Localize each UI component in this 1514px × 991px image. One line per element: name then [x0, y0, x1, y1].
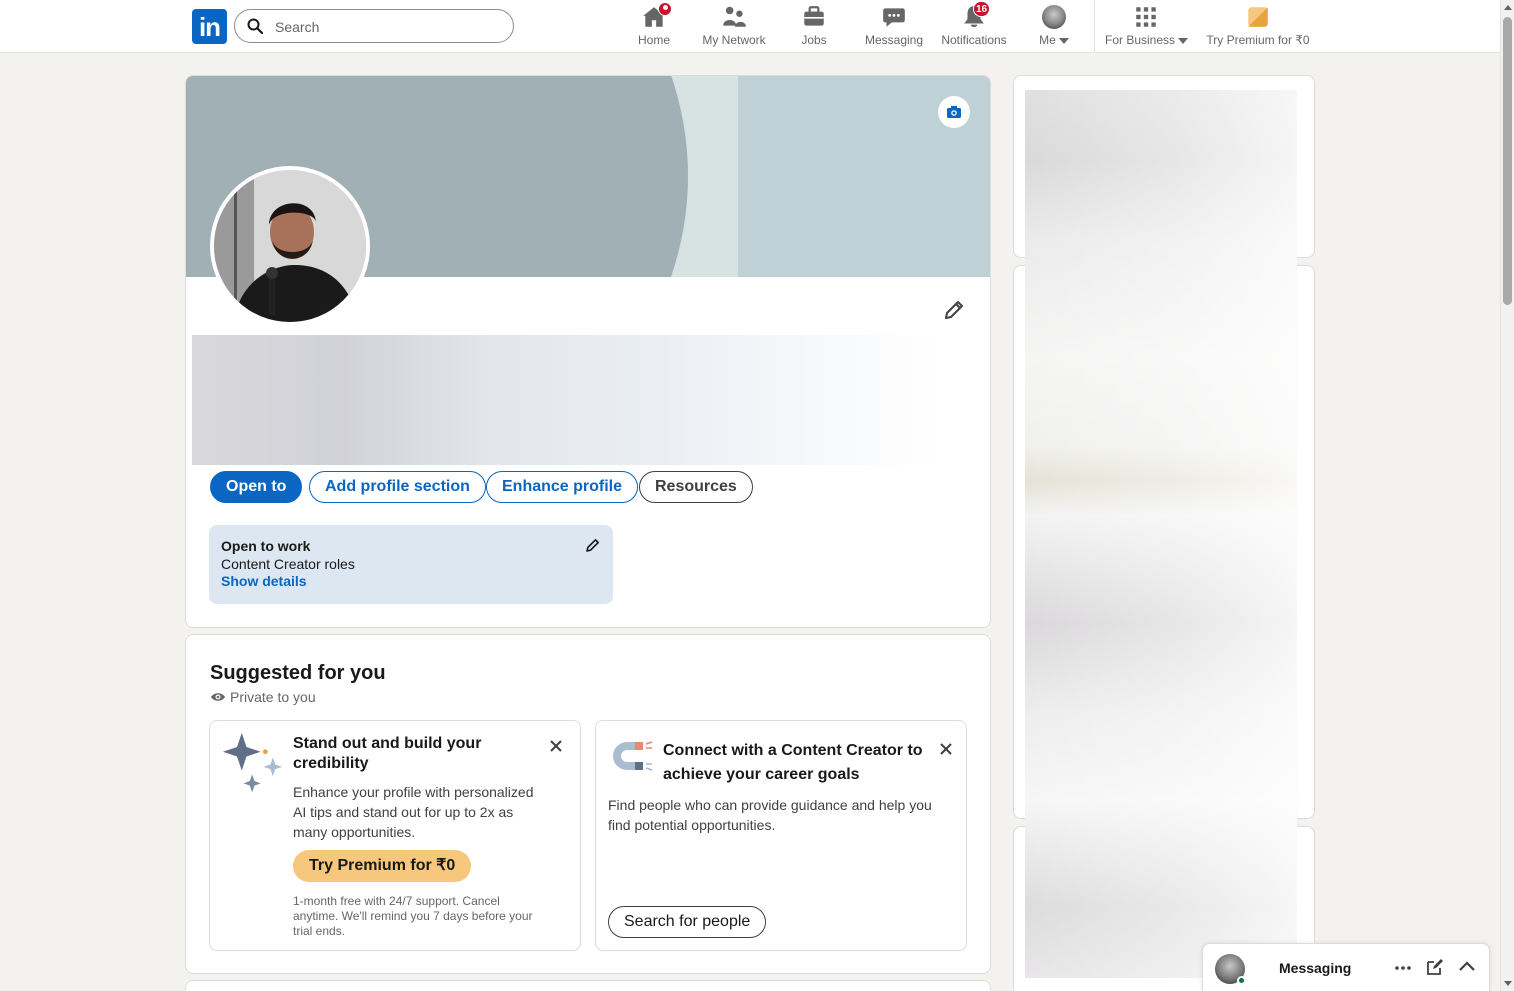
nav-try-premium-label: Try Premium for ₹0	[1206, 33, 1310, 47]
search-icon	[247, 18, 263, 34]
search-for-people-button[interactable]: Search for people	[608, 906, 767, 938]
me-avatar-icon	[1042, 5, 1066, 29]
close-icon[interactable]	[938, 741, 954, 757]
home-icon	[641, 2, 672, 30]
compose-icon[interactable]	[1425, 957, 1445, 977]
page-scrollbar[interactable]	[1500, 0, 1514, 991]
camera-icon	[947, 106, 961, 118]
next-card	[185, 980, 991, 991]
nav-for-business-label: For Business	[1105, 33, 1189, 47]
grid-icon	[1133, 4, 1159, 30]
edit-open-to-work-pencil-icon[interactable]	[585, 537, 601, 553]
redacted-profile-info	[192, 335, 938, 465]
scroll-thumb[interactable]	[1503, 17, 1512, 305]
messaging-title: Messaging	[1279, 960, 1352, 976]
close-icon[interactable]	[548, 738, 564, 754]
try-premium-button[interactable]: Try Premium for ₹0	[293, 850, 472, 882]
chevron-up-icon[interactable]	[1457, 957, 1477, 977]
profile-card: Open to Add profile section Enhance prof…	[185, 75, 991, 628]
privacy-note: Private to you	[210, 689, 316, 705]
edit-intro-pencil-icon[interactable]	[942, 298, 966, 322]
jobs-icon	[801, 4, 827, 30]
edit-banner-button[interactable]	[938, 96, 970, 128]
nav-jobs[interactable]: Jobs	[795, 4, 833, 47]
suggested-card: Suggested for you Private to you Stand o…	[185, 634, 991, 974]
home-notification-dot	[658, 2, 672, 16]
suggestion-premium-desc: Enhance your profile with personalized A…	[293, 784, 534, 840]
magnet-icon	[613, 741, 653, 771]
network-icon	[721, 4, 747, 30]
scroll-down-arrow[interactable]	[1504, 981, 1512, 986]
sparkle-icon	[222, 732, 283, 793]
profile-photo[interactable]	[210, 166, 370, 326]
notifications-count-badge: 16	[973, 1, 991, 17]
nav-notifications-label: Notifications	[941, 33, 1007, 47]
search-input[interactable]	[275, 16, 500, 38]
open-to-work-title: Open to work	[221, 538, 311, 554]
open-to-work-roles: Content Creator roles	[221, 556, 355, 572]
eye-icon	[211, 693, 225, 701]
bell-icon: 16	[961, 1, 991, 30]
nav-notifications[interactable]: 16 Notifications	[939, 1, 1009, 47]
open-to-button[interactable]: Open to	[210, 471, 303, 503]
suggestion-connect-desc: Find people who can provide guidance and…	[608, 797, 932, 833]
nav-messaging-label: Messaging	[864, 33, 924, 47]
profile-photo-image	[214, 170, 366, 322]
add-profile-section-button[interactable]: Add profile section	[309, 471, 486, 503]
redacted-right-column	[1025, 90, 1297, 978]
premium-icon	[1245, 4, 1271, 30]
suggested-title: Suggested for you	[210, 662, 386, 684]
open-to-work-box: Open to work Content Creator roles Show …	[209, 525, 613, 604]
nav-home[interactable]: Home	[634, 2, 674, 47]
suggestion-premium-title: Stand out and build your credibility	[293, 735, 482, 772]
enhance-profile-button[interactable]: Enhance profile	[486, 471, 639, 503]
nav-for-business[interactable]: For Business	[1105, 4, 1189, 47]
suggestion-premium-card: Stand out and build your credibility Enh…	[209, 720, 581, 951]
nav-try-premium[interactable]: Try Premium for ₹0	[1206, 4, 1310, 47]
suggestion-connect-title: Connect with a Content Creator to achiev…	[663, 742, 923, 783]
nav-divider	[1094, 0, 1095, 52]
top-nav: in Home My Network Jobs Messaging	[0, 0, 1500, 53]
suggestion-connect-card: Connect with a Content Creator to achiev…	[595, 720, 967, 951]
nav-me[interactable]: Me	[1036, 4, 1072, 47]
nav-my-network[interactable]: My Network	[700, 4, 768, 47]
messaging-overlay[interactable]: Messaging	[1202, 943, 1490, 991]
more-icon[interactable]	[1393, 958, 1413, 978]
search-box[interactable]	[234, 9, 514, 43]
chevron-down-icon	[1178, 37, 1189, 44]
online-status-dot	[1237, 976, 1246, 985]
nav-me-label: Me	[1036, 33, 1072, 47]
resources-button[interactable]: Resources	[639, 471, 753, 503]
scroll-up-arrow[interactable]	[1504, 5, 1512, 10]
nav-home-label: Home	[637, 33, 670, 47]
nav-my-network-label: My Network	[702, 33, 766, 47]
chevron-down-icon	[1058, 37, 1069, 44]
nav-jobs-label: Jobs	[801, 33, 827, 47]
messaging-icon	[881, 4, 907, 30]
premium-fine-print: 1-month free with 24/7 support. Cancel a…	[293, 894, 533, 938]
nav-messaging[interactable]: Messaging	[863, 4, 925, 47]
linkedin-logo[interactable]: in	[192, 9, 227, 44]
show-details-link[interactable]: Show details	[221, 573, 601, 589]
